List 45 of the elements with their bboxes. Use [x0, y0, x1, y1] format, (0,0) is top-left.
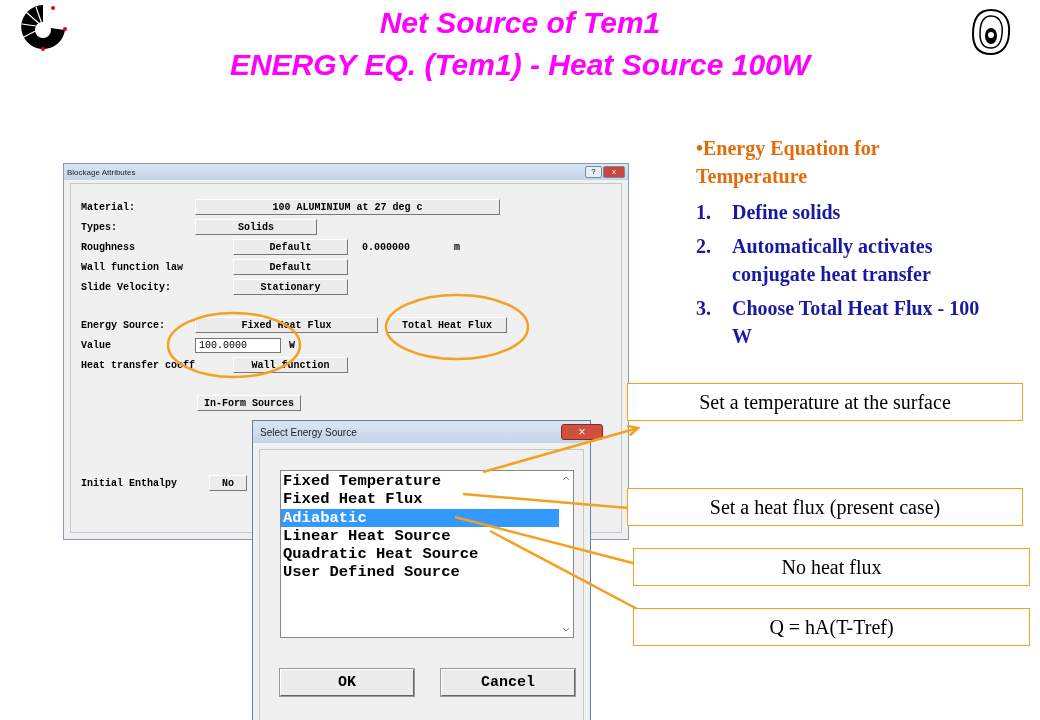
option-button[interactable]: 100 ALUMINIUM at 27 deg c — [195, 199, 500, 215]
dialog-title: Blockage Attributes — [67, 167, 136, 177]
unit-text: W — [289, 339, 295, 351]
field-label: Wall function law — [81, 261, 185, 273]
in-form-sources-button[interactable]: In-Form Sources — [197, 395, 301, 411]
dialog-title: Select Energy Source — [259, 426, 357, 438]
callout-box: Set a heat flux (present case) — [627, 488, 1023, 526]
dialog-button[interactable]: Cancel — [441, 669, 575, 696]
callout-box: No heat flux — [633, 548, 1030, 586]
field-label: Types: — [81, 221, 118, 233]
field-label: Slide Velocity: — [81, 281, 172, 293]
list-item[interactable]: Fixed Temperature — [281, 472, 559, 491]
value-text: 0.000000 — [362, 241, 411, 253]
value-input[interactable]: 100.0000 — [195, 337, 281, 353]
note-text: Choose Total Heat Flux - 100 W — [732, 296, 980, 349]
field-label: Initial Enthalpy — [81, 477, 178, 489]
callout-box: Set a temperature at the surface — [627, 383, 1023, 421]
help-button[interactable]: ? — [585, 166, 602, 178]
dialog-button[interactable]: OK — [280, 669, 414, 696]
item-number: 2. — [696, 234, 712, 259]
slide-title: Net Source of Tem1 — [378, 5, 662, 41]
callout-box: Q = hA(T-Tref) — [633, 608, 1030, 646]
option-button[interactable]: Default — [233, 259, 348, 275]
close-button[interactable]: × — [561, 424, 603, 440]
unit-text: m — [454, 241, 460, 253]
item-number: 3. — [696, 296, 712, 321]
close-button[interactable]: x — [603, 166, 625, 178]
option-button[interactable]: Total Heat Flux — [387, 317, 507, 333]
option-button[interactable]: Default — [233, 239, 348, 255]
list-item[interactable]: User Defined Source — [281, 563, 559, 582]
note-text: Define solids — [732, 200, 841, 225]
item-number: 1. — [696, 200, 712, 225]
option-button[interactable]: No — [209, 475, 247, 491]
field-label: Energy Source: — [81, 319, 166, 331]
option-button[interactable]: Solids — [195, 219, 317, 235]
note-text: Automatically activates conjugate heat transfer — [732, 234, 934, 288]
notes-heading: •Energy Equation for Temperature — [696, 136, 881, 190]
option-button[interactable]: Stationary — [233, 279, 348, 295]
field-label: Material: — [81, 201, 136, 213]
field-label: Roughness — [81, 241, 136, 253]
list-item[interactable]: Linear Heat Source — [281, 526, 559, 546]
slide-title: ENERGY EQ. (Tem1) - Heat Source 100W — [228, 47, 813, 83]
list-item[interactable]: Fixed Heat Flux — [281, 490, 559, 509]
field-label: Value — [81, 339, 112, 351]
list-item[interactable]: Quadratic Heat Source — [281, 545, 559, 564]
